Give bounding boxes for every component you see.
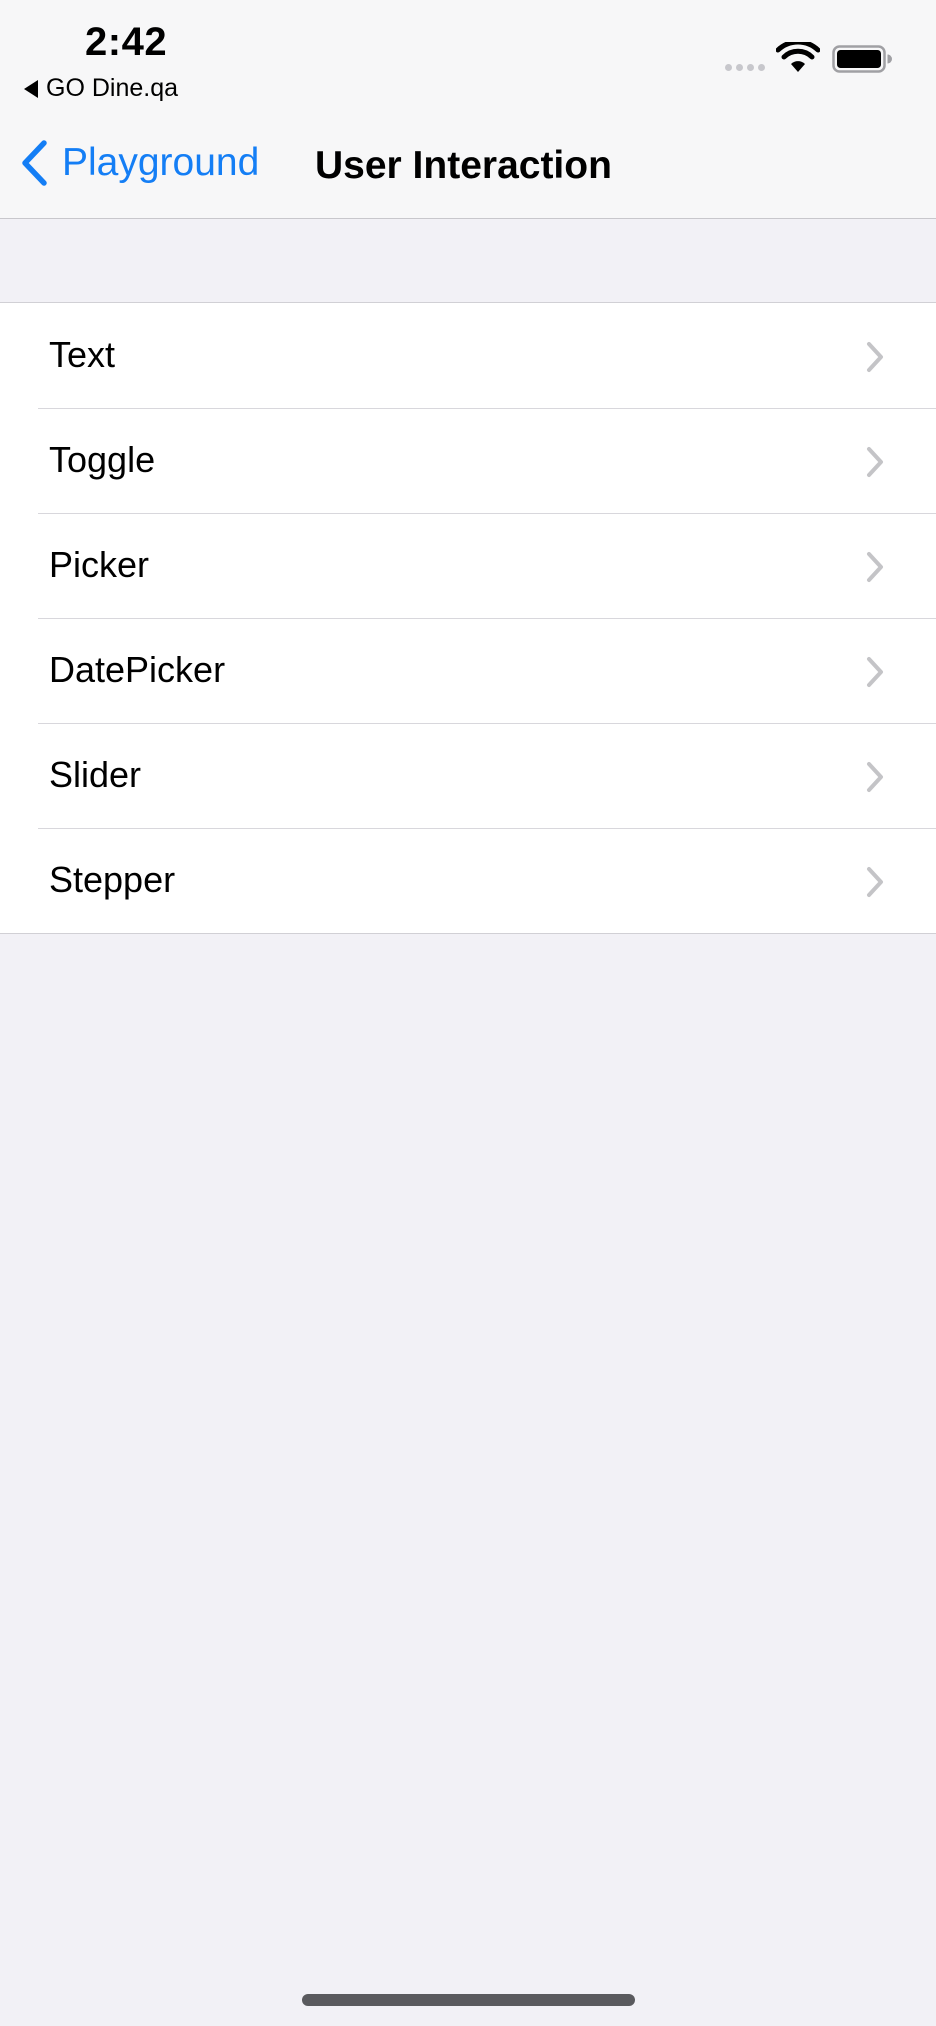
chevron-left-icon [22,140,47,186]
home-indicator[interactable] [302,1994,635,2006]
status-bar: 2:42 GO Dine.qa [0,0,936,110]
chevron-right-icon [867,447,883,477]
chevron-right-icon [867,552,883,582]
back-to-app-button[interactable]: GO Dine.qa [24,74,178,103]
chevron-right-icon [867,867,883,897]
list-item-text[interactable]: Text [0,303,936,408]
list-item-label: Text [49,334,116,375]
chevron-right-icon [867,657,883,687]
wifi-icon [776,42,820,72]
list-item-toggle[interactable]: Toggle [0,408,936,513]
status-time: 2:42 [85,20,168,64]
back-button[interactable]: Playground [20,140,259,186]
list-item-datepicker[interactable]: DatePicker [0,618,936,723]
chevron-right-icon [867,342,883,372]
list-item-label: DatePicker [49,649,226,690]
back-app-label: GO Dine.qa [46,74,179,102]
list-item-label: Toggle [49,439,156,480]
list-item-label: Slider [49,754,142,795]
list-item-label: Stepper [49,859,176,900]
list-item-stepper[interactable]: Stepper [0,828,936,933]
list-item-slider[interactable]: Slider [0,723,936,828]
page-title: User Interaction [315,144,612,187]
back-button-label: Playground [62,141,260,184]
menu-list: Text Toggle Picker DatePicker Slider Ste… [0,302,936,934]
list-item-picker[interactable]: Picker [0,513,936,618]
back-triangle-icon [24,79,38,98]
list-item-label: Picker [49,544,150,585]
navigation-bar: Playground User Interaction [0,110,936,219]
battery-icon [832,45,892,73]
chevron-right-icon [867,762,883,792]
cellular-signal-icon [725,64,765,71]
